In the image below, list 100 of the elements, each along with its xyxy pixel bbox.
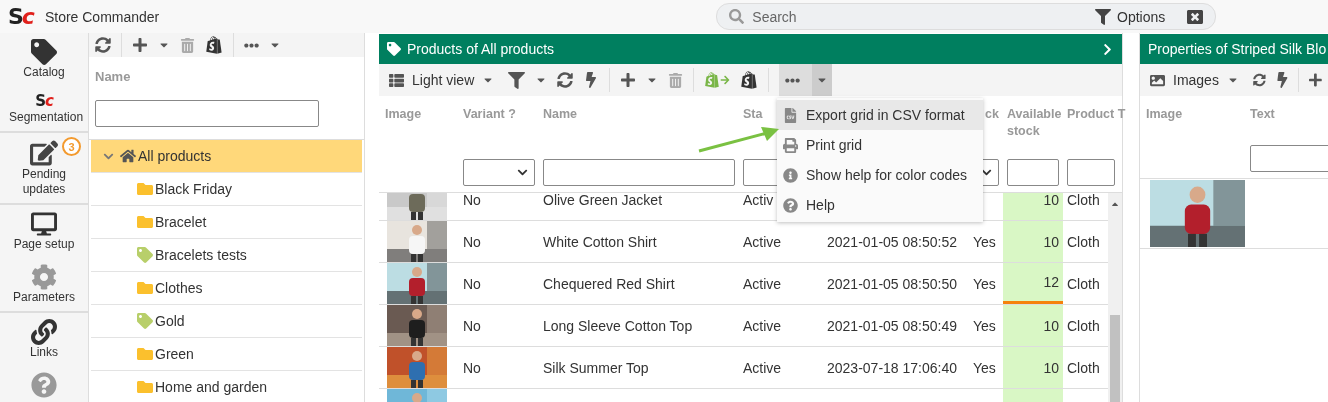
- tree-label: Bracelets tests: [155, 247, 247, 263]
- menu-item[interactable]: Print grid: [777, 130, 983, 160]
- csv-file-icon: [783, 107, 798, 123]
- table-cell: No: [463, 233, 481, 250]
- plus-icon[interactable]: [620, 72, 637, 88]
- tag-icon: [387, 42, 401, 56]
- filter-field[interactable]: [1067, 159, 1115, 186]
- filter-field[interactable]: [95, 100, 319, 127]
- stock-cell: 10: [1003, 305, 1063, 346]
- table-cell: No: [463, 317, 481, 334]
- folder-icon: [137, 214, 153, 230]
- table-cell: Silk Summer Top: [543, 359, 649, 376]
- table-cell: Olive Green Jacket: [543, 193, 663, 208]
- info-icon: [783, 167, 798, 183]
- tree-label: Home and garden: [155, 379, 268, 395]
- app-title: Store Commander: [44, 8, 160, 25]
- refresh-icon[interactable]: [557, 72, 574, 88]
- filter-icon[interactable]: [508, 71, 526, 89]
- menu-item[interactable]: Export grid in CSV format: [777, 100, 983, 130]
- table-cell: Cloth: [1067, 193, 1100, 208]
- tree-label: Black Friday: [155, 181, 233, 197]
- table-cell: Chequered Red Shirt: [543, 275, 675, 292]
- nav-item[interactable]: Links: [0, 313, 88, 366]
- tree-label: Green: [155, 346, 194, 362]
- help-icon: [31, 372, 57, 398]
- refresh-icon[interactable]: [95, 37, 111, 53]
- table-cell: Yes: [973, 275, 996, 292]
- folder-icon: [137, 280, 153, 296]
- stock-cell: 10: [1003, 193, 1063, 220]
- help-icon: [783, 197, 798, 213]
- menu-item[interactable]: Help: [777, 190, 983, 220]
- folder-icon: [137, 346, 153, 362]
- filter-icon: [1095, 8, 1112, 25]
- options-button[interactable]: Options: [1095, 8, 1166, 25]
- table-cell-text: 2023-07-18 17:06:40: [826, 359, 957, 376]
- more-button[interactable]: [779, 64, 833, 96]
- table-cell: Cloth: [1067, 317, 1100, 334]
- nav-item[interactable]: Pending updates 3: [0, 133, 88, 205]
- table-cell: No: [463, 359, 481, 376]
- filter-select[interactable]: [463, 159, 535, 186]
- bolt-icon[interactable]: [1275, 72, 1289, 88]
- table-cell: Yes: [973, 359, 996, 376]
- stock-cell: 10: [1003, 347, 1063, 388]
- edit-icon: [30, 139, 58, 167]
- column-header: Name: [94, 68, 132, 86]
- table-cell: No: [463, 275, 481, 292]
- tree-label: Bracelet: [155, 214, 207, 230]
- search-icon: [729, 9, 745, 24]
- filter-field[interactable]: [543, 159, 735, 186]
- tag-icon: [137, 247, 153, 263]
- view-dropdown[interactable]: Light view: [385, 64, 499, 96]
- close-icon[interactable]: [1187, 8, 1204, 25]
- count-badge: 3: [62, 137, 81, 156]
- table-cell-text: 2021-01-05 08:50:50: [826, 275, 957, 292]
- tree-label: Clothes: [155, 280, 203, 296]
- settings-icon: [31, 264, 57, 290]
- search-field[interactable]: Search Options: [716, 3, 1217, 30]
- table-cell: Cloth: [1067, 359, 1100, 376]
- panel-title: Products of All products: [407, 41, 556, 57]
- table-cell-text: 2021-01-05 08:50:49: [826, 317, 957, 334]
- tag-icon: [31, 39, 57, 65]
- tag-icon: [137, 313, 153, 329]
- image-icon: [1150, 72, 1165, 88]
- plus-icon[interactable]: [132, 37, 148, 53]
- table-cell: Yes: [973, 233, 996, 250]
- nav-item[interactable]: Catalog: [0, 33, 88, 86]
- table-cell: Long Sleeve Cotton Top: [543, 317, 693, 334]
- home-icon: [120, 148, 136, 164]
- table-cell: Yes: [973, 317, 996, 334]
- monitor-icon: [31, 211, 57, 237]
- table-cell: Cloth: [1067, 233, 1100, 250]
- chevron-right-icon[interactable]: [1101, 42, 1114, 56]
- plus-icon[interactable]: [1309, 72, 1322, 88]
- scrollbar[interactable]: [1108, 193, 1122, 402]
- chevron-down-icon: [981, 167, 992, 178]
- table-cell: Active: [743, 317, 782, 334]
- segmentation-logo: Sc: [35, 92, 53, 110]
- bag-icon[interactable]: [740, 71, 759, 89]
- refresh-icon[interactable]: [1252, 72, 1266, 88]
- filter-field[interactable]: [1007, 159, 1059, 186]
- stock-cell: 12: [1003, 263, 1063, 304]
- table-cell: No: [463, 193, 481, 208]
- table-cell: Active: [743, 359, 782, 376]
- tree-label: All products: [138, 148, 212, 164]
- table-cell: White Cotton Shirt: [543, 233, 657, 250]
- stock-cell: 10: [1003, 221, 1063, 262]
- table-cell-text: 2021-01-05 08:50:52: [826, 233, 957, 250]
- tree-label: Gold: [155, 313, 185, 329]
- filter-field[interactable]: [1250, 145, 1328, 172]
- table-cell: Active: [743, 275, 782, 292]
- table-cell: Active: [743, 233, 782, 250]
- app-logo: Sc: [8, 4, 33, 29]
- menu-item[interactable]: Show help for color codes: [777, 160, 983, 190]
- nav-item[interactable]: Page setup: [0, 205, 88, 258]
- bag-icon[interactable]: [205, 36, 223, 54]
- list-icon: [389, 72, 404, 88]
- nav-item[interactable]: Parameters: [0, 258, 88, 313]
- panel-title: Properties of Striped Silk Blo: [1148, 41, 1327, 57]
- table-cell: Cloth: [1067, 275, 1100, 292]
- tree-item[interactable]: All products: [91, 140, 362, 173]
